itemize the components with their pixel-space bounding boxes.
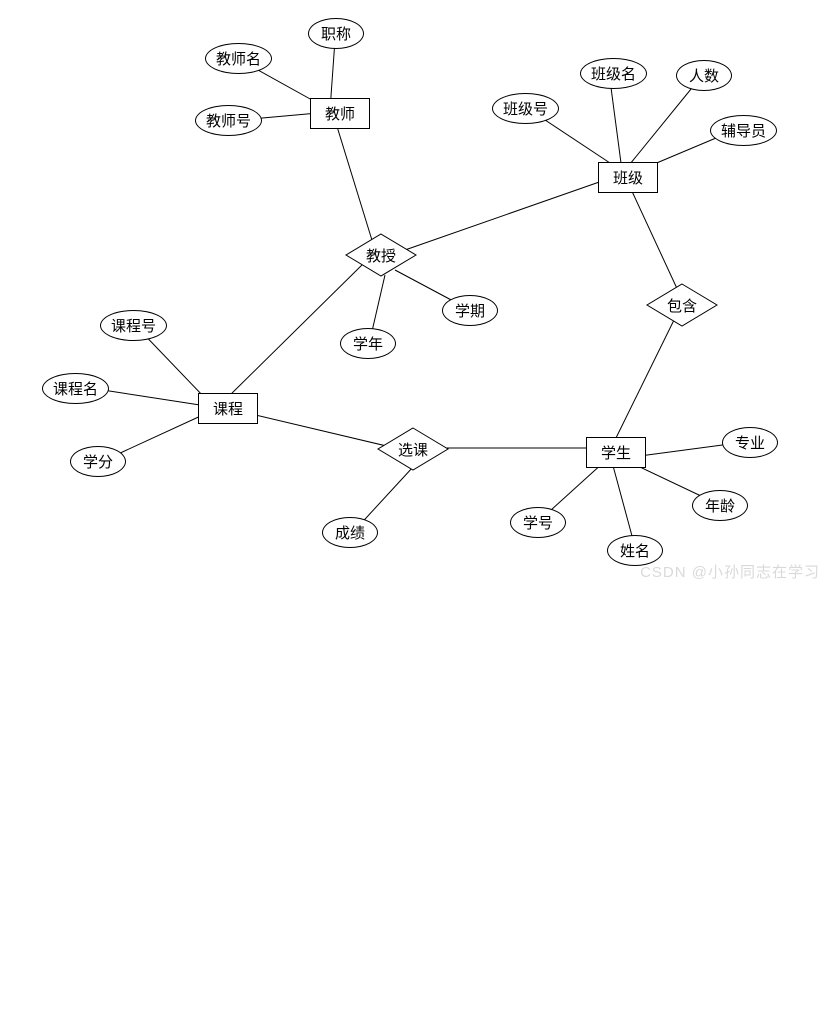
rel-contains-label: 包含: [667, 295, 697, 316]
attr-course-id: 课程号: [100, 310, 167, 341]
attr-title: 职称: [308, 18, 364, 49]
attr-course-name: 课程名: [42, 373, 109, 404]
attr-year: 学年: [340, 328, 396, 359]
attr-age: 年龄: [692, 490, 748, 521]
attr-advisor: 辅导员: [710, 115, 777, 146]
attr-student-id: 学号: [510, 507, 566, 538]
attr-headcount: 人数: [676, 60, 732, 91]
attr-class-id: 班级号: [492, 93, 559, 124]
entity-class: 班级: [598, 162, 658, 193]
attr-teacher-id: 教师号: [195, 105, 262, 136]
entity-teacher: 教师: [310, 98, 370, 129]
rel-teaches-label: 教授: [366, 245, 396, 266]
attr-credit: 学分: [70, 446, 126, 477]
rel-contains: 包含: [646, 283, 718, 327]
entity-course: 课程: [198, 393, 258, 424]
attr-major: 专业: [722, 427, 778, 458]
watermark: CSDN @小孙同志在学习: [640, 561, 820, 582]
rel-teaches: 教授: [345, 233, 417, 277]
attr-grade: 成绩: [322, 517, 378, 548]
rel-enrolls: 选课: [377, 427, 449, 471]
attr-teacher-name: 教师名: [205, 43, 272, 74]
rel-enrolls-label: 选课: [398, 439, 428, 460]
attr-class-name: 班级名: [580, 58, 647, 89]
attr-semester: 学期: [442, 295, 498, 326]
